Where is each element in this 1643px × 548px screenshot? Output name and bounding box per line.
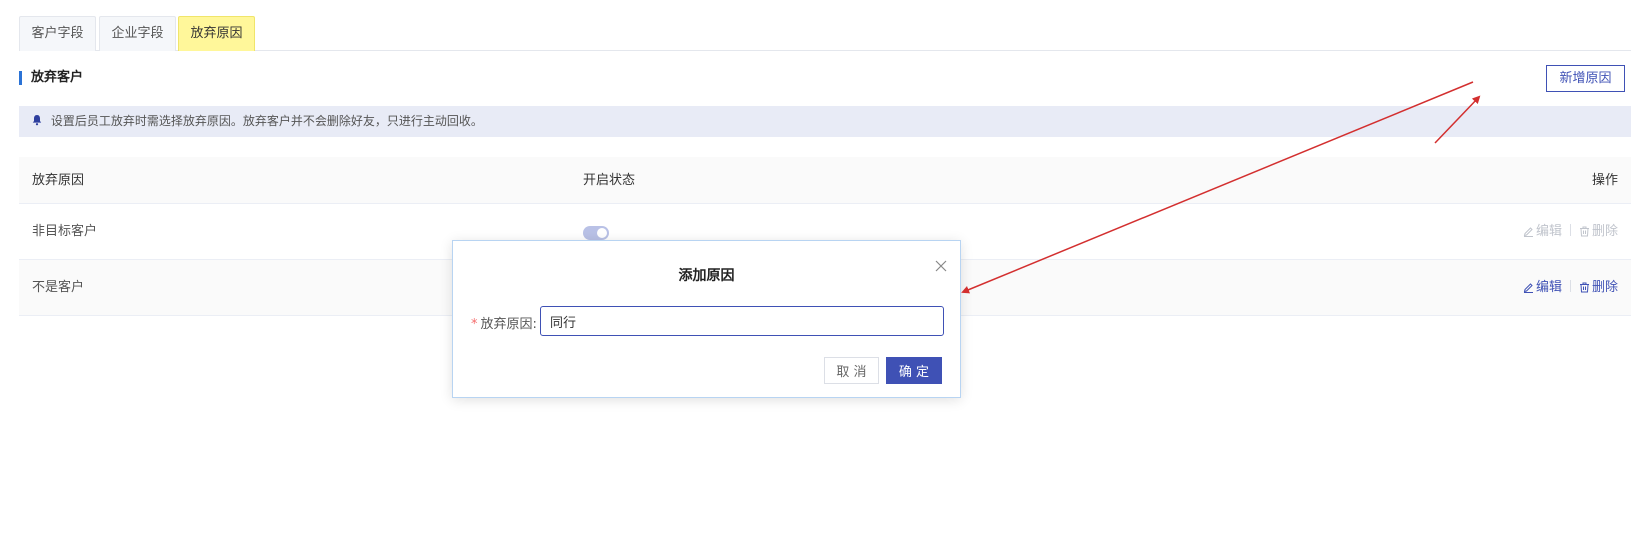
add-reason-dialog: 添加原因 *放弃原因: 取 消 确 定 xyxy=(452,240,961,398)
delete-label: 删除 xyxy=(1591,224,1618,239)
reason-cell: 非目标客户 xyxy=(32,224,98,239)
trash-icon xyxy=(1579,226,1589,237)
row-actions: 编辑 删除 xyxy=(1523,204,1618,260)
pencil-icon xyxy=(1523,227,1533,237)
delete-button[interactable]: 删除 xyxy=(1579,260,1618,316)
tab-enterprise-fields[interactable]: 企业字段 xyxy=(99,16,176,51)
header-reason: 放弃原因 xyxy=(32,173,85,188)
tab-bar: 客户字段 企业字段 放弃原因 xyxy=(19,16,1631,51)
reason-input[interactable] xyxy=(540,306,944,336)
header-status: 开启状态 xyxy=(583,173,636,188)
table-header: 放弃原因 开启状态 操作 xyxy=(19,157,1631,204)
edit-button[interactable]: 编辑 xyxy=(1523,204,1562,260)
required-mark: * xyxy=(471,317,478,332)
add-reason-button[interactable]: 新增原因 xyxy=(1546,65,1625,92)
divider xyxy=(1569,280,1571,292)
trash-icon xyxy=(1579,282,1589,293)
tab-abandon-reasons[interactable]: 放弃原因 xyxy=(178,16,255,51)
delete-label: 删除 xyxy=(1591,280,1618,295)
reason-field-label: * 放弃原因: xyxy=(471,313,537,332)
reason-field-label-text: 放弃原因: xyxy=(480,317,537,332)
tab-customer-fields[interactable]: 客户字段 xyxy=(19,16,96,51)
pencil-icon xyxy=(1523,283,1533,293)
cancel-button[interactable]: 取 消 xyxy=(824,357,879,384)
notice-banner: 设置后员工放弃时需选择放弃原因。放弃客户并不会删除好友，只进行主动回收。 xyxy=(19,106,1631,137)
delete-button[interactable]: 删除 xyxy=(1579,204,1618,260)
bell-icon xyxy=(32,115,42,126)
row-actions: 编辑 删除 xyxy=(1523,260,1618,316)
notice-text: 设置后员工放弃时需选择放弃原因。放弃客户并不会删除好友，只进行主动回收。 xyxy=(50,114,483,128)
dialog-title: 添加原因 xyxy=(678,268,735,284)
reason-cell: 不是客户 xyxy=(32,280,85,295)
status-toggle[interactable] xyxy=(583,226,609,240)
confirm-button[interactable]: 确 定 xyxy=(886,357,942,384)
edit-label: 编辑 xyxy=(1535,224,1562,239)
close-icon[interactable] xyxy=(935,260,947,272)
header-actions: 操作 xyxy=(1591,173,1618,188)
edit-label: 编辑 xyxy=(1535,280,1562,295)
edit-button[interactable]: 编辑 xyxy=(1523,260,1562,316)
divider xyxy=(1569,224,1571,236)
section-title: 放弃客户 xyxy=(19,71,83,85)
